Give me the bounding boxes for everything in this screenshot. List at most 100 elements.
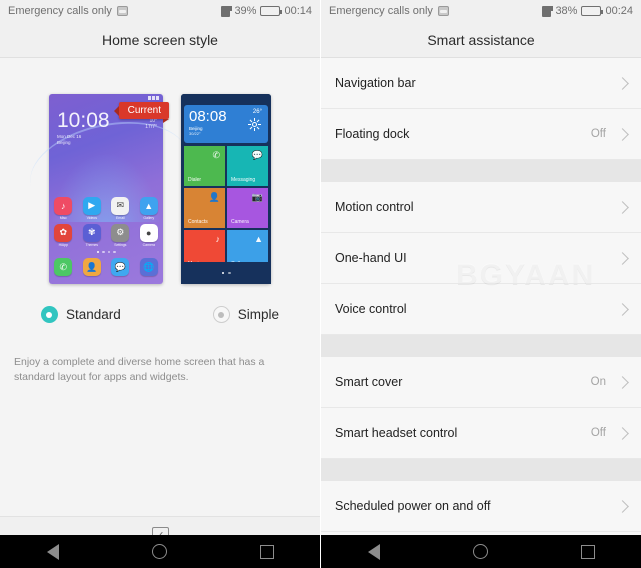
app-label: Themes [85, 242, 98, 247]
app-icon-themes: ✾ Themes [82, 223, 101, 247]
section-spacer [321, 160, 641, 182]
battery-percent-label: 39% [234, 5, 257, 17]
dual-screenshot: Emergency calls only 39% 00:14 Home scre… [0, 0, 641, 568]
settings-row-smart-cover[interactable]: Smart cover On [321, 357, 641, 408]
app-glyph: ▶ [82, 196, 101, 215]
tile-glyph: ✆ [212, 150, 220, 160]
app-row-2: ✿ HiApp ✾ Themes ⚙ Settings ● Camera [49, 223, 163, 247]
row-text: Scheduled power on and off [335, 499, 618, 513]
battery-icon [260, 6, 283, 16]
phone-screen-smart-assistance: Emergency calls only 38% 00:24 Smart ass… [320, 0, 641, 568]
chevron-right-icon [616, 426, 629, 440]
preview-weather: 10° 17/7° [145, 118, 157, 130]
row-text: Voice control [335, 302, 618, 316]
clock-label: 00:24 [605, 5, 633, 17]
home-icon[interactable] [472, 544, 488, 559]
app-icon-email: ✉ Email [111, 196, 130, 220]
phone-screen-home-style: Emergency calls only 39% 00:14 Home scre… [0, 0, 320, 568]
app-glyph: 🌐 [139, 258, 158, 276]
row-text: Smart headset control [335, 426, 591, 440]
app-label: HiApp [58, 242, 68, 247]
tile-label: Camera [231, 219, 249, 225]
tile-dialer: ✆ Dialer [184, 146, 225, 186]
chevron-right-icon [616, 499, 629, 513]
row-text: One-hand UI [335, 251, 618, 265]
status-bar-right: Emergency calls only 38% 00:24 [321, 0, 641, 22]
tile-glyph: 💬 [251, 150, 263, 160]
app-icon-🌐: 🌐 [139, 258, 158, 276]
back-icon[interactable] [367, 543, 380, 560]
row-value: Off [590, 128, 606, 140]
simple-tile-grid: ✆Dialer💬Messaging👤Contacts📷Camera♪Music▲… [184, 146, 268, 270]
app-icon-hiapp: ✿ HiApp [54, 223, 73, 247]
section-spacer [321, 335, 641, 357]
app-label: Settings [114, 242, 127, 247]
page-title-left: Home screen style [0, 22, 320, 58]
settings-row-smart-headset-control[interactable]: Smart headset control Off [321, 408, 641, 459]
recents-icon[interactable] [580, 544, 595, 559]
row-text: Navigation bar [335, 76, 618, 90]
preview-app-grid: ♪ Misc ▶ Videos ✉ Email ▲ Gallery ✿ HiApp ✾ Themes… [49, 196, 163, 276]
preview-clock-date: Mon Dec 16 [57, 134, 82, 139]
row-value: On [590, 376, 606, 388]
preview-standard[interactable]: 10:08 Mon Dec 16 Beijing 10° 17/7° ♪ Misc ▶… [21, 94, 197, 284]
simple-page-dots [181, 262, 271, 284]
page-indicator-dots [49, 250, 163, 253]
style-radio-group: Standard Simple [0, 306, 320, 323]
preview-simple[interactable]: 08:08 Beijing 30/22° 26° ✆ Dialer 💬 Mess… [181, 94, 271, 284]
app-glyph: ✾ [82, 223, 101, 242]
preview-status-bar [49, 94, 163, 102]
app-glyph: ✉ [111, 196, 130, 215]
page-title-right: Smart assistance [321, 22, 641, 58]
app-label: Videos [86, 215, 97, 220]
app-glyph: 👤 [82, 258, 101, 276]
settings-row-navigation-bar[interactable]: Navigation bar [321, 58, 641, 109]
settings-row-voice-control[interactable]: Voice control [321, 284, 641, 335]
back-icon[interactable] [46, 543, 59, 560]
app-icon-videos: ▶ Videos [82, 196, 101, 220]
settings-row-one-hand-ui[interactable]: One-hand UI [321, 233, 641, 284]
settings-row-scheduled-power-on-and-off[interactable]: Scheduled power on and off [321, 481, 641, 532]
clock-label: 00:14 [284, 5, 312, 17]
app-row-1: ♪ Misc ▶ Videos ✉ Email ▲ Gallery [49, 196, 163, 220]
app-icon-✆: ✆ [54, 258, 73, 276]
row-title: Voice control [335, 302, 407, 316]
row-title: Navigation bar [335, 76, 416, 90]
recents-icon[interactable] [259, 544, 274, 559]
chevron-right-icon [616, 127, 629, 141]
carrier-label: Emergency calls only [8, 5, 112, 17]
document-icon [221, 5, 233, 17]
app-glyph: ● [139, 223, 158, 242]
simple-weather-widget: 08:08 Beijing 30/22° 26° [184, 105, 268, 143]
settings-row-motion-control[interactable]: Motion control [321, 182, 641, 233]
row-value: Off [590, 427, 606, 439]
app-glyph: 💬 [111, 258, 130, 276]
radio-option-standard[interactable]: Standard [40, 306, 121, 323]
tile-glyph: ♪ [215, 234, 221, 244]
preview-clock-city: Beijing [57, 140, 71, 145]
tile-label: Messaging [231, 177, 256, 183]
app-icon-💬: 💬 [111, 258, 130, 276]
settings-list[interactable]: Navigation bar Floating dock Off Motion con… [321, 58, 641, 568]
tile-glyph: 👤 [208, 192, 220, 202]
radio-standard-label: Standard [65, 307, 121, 322]
chevron-right-icon [616, 200, 629, 214]
radio-simple-icon[interactable] [212, 306, 230, 323]
app-label: Gallery [143, 215, 155, 220]
app-icon-👤: 👤 [82, 258, 101, 276]
navigation-bar-right [321, 535, 641, 568]
chevron-right-icon [616, 302, 629, 316]
app-glyph: ✿ [54, 223, 73, 242]
chevron-right-icon [616, 375, 629, 389]
simple-current-temp: 26° [252, 109, 262, 115]
simple-temp-range: 30/22° [189, 131, 201, 136]
row-text: Smart cover [335, 375, 591, 389]
tile-contacts: 👤 Contacts [184, 188, 225, 228]
settings-row-floating-dock[interactable]: Floating dock Off [321, 109, 641, 160]
home-icon[interactable] [151, 544, 167, 559]
radio-option-simple[interactable]: Simple [212, 306, 279, 323]
chevron-right-icon [616, 76, 629, 90]
radio-standard-icon[interactable] [40, 306, 58, 323]
app-label: Email [116, 215, 125, 220]
app-label: Camera [142, 242, 155, 247]
